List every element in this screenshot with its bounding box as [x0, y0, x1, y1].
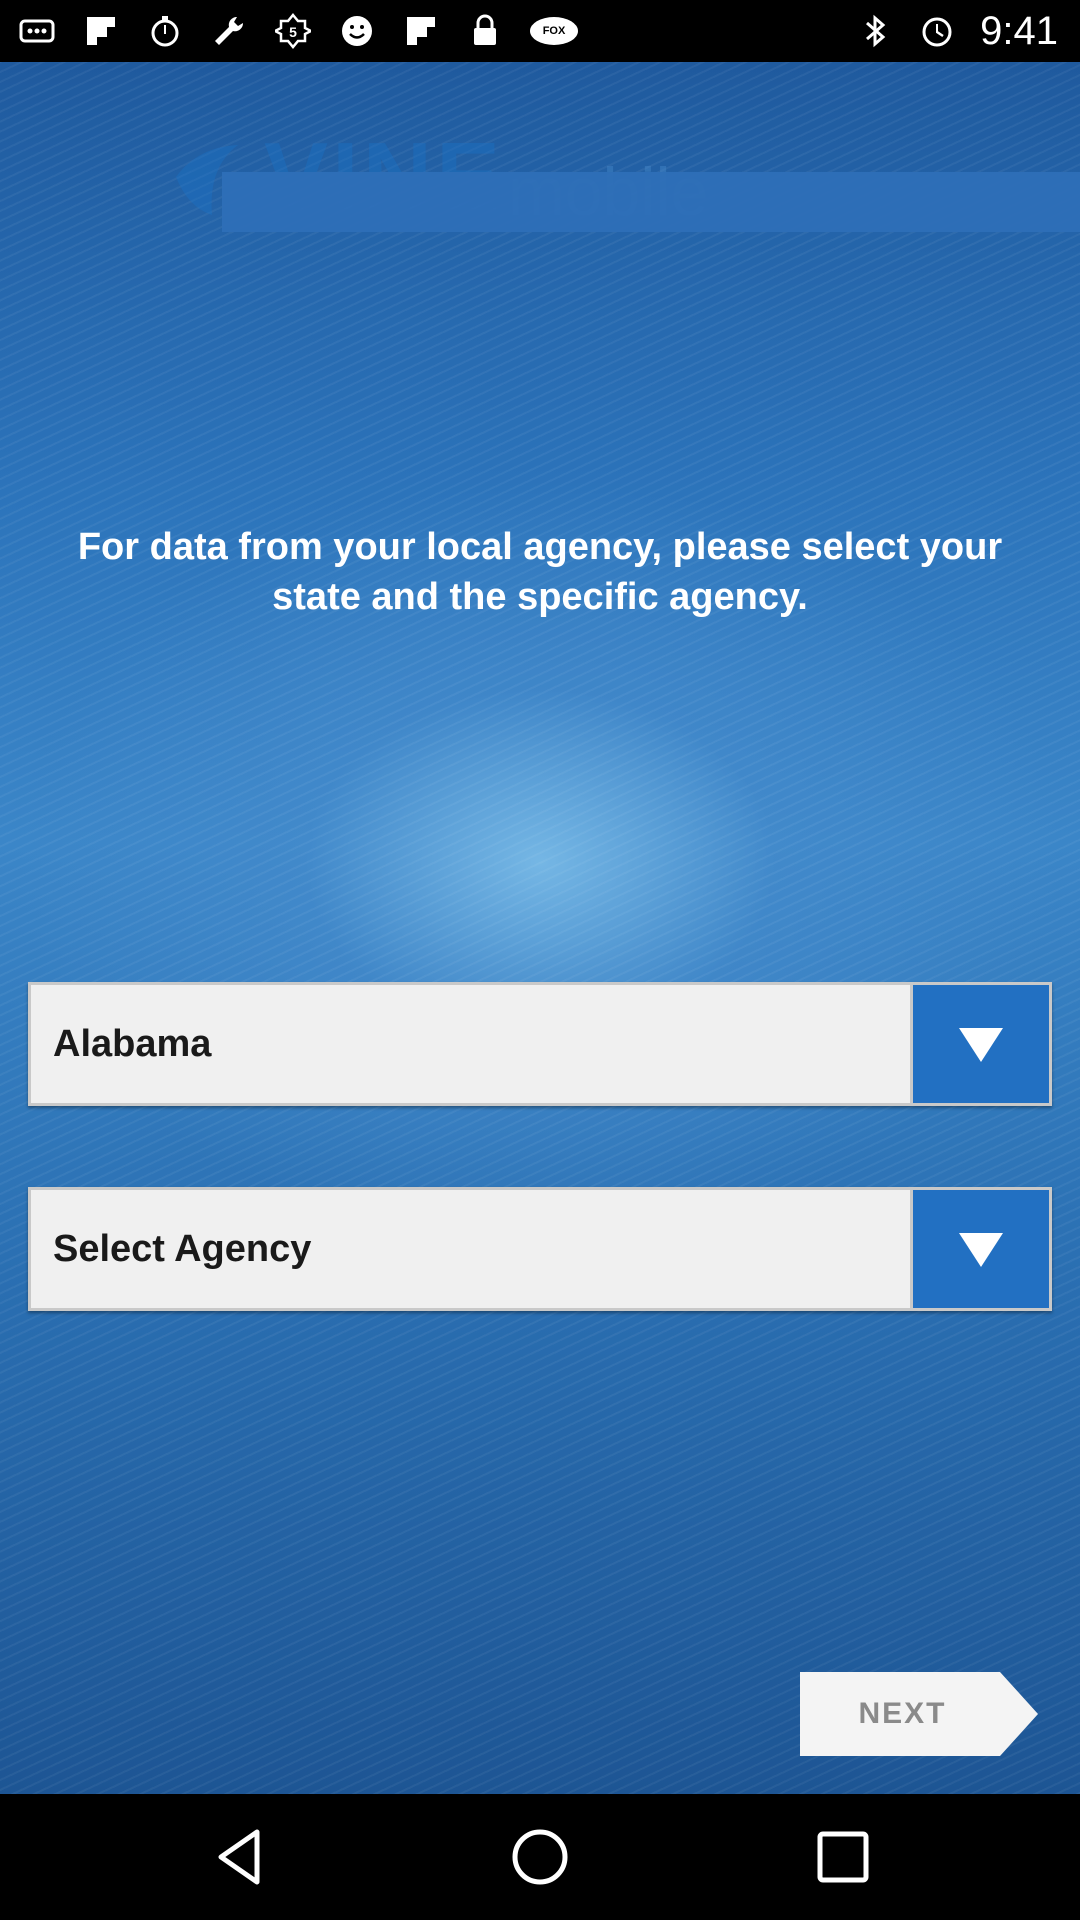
flipboard-icon [82, 12, 120, 50]
next-button[interactable]: NEXT [800, 1672, 1040, 1756]
stopwatch-icon [146, 12, 184, 50]
notification-icons: 5 FOX [18, 0, 578, 62]
bluetooth-icon [856, 12, 894, 50]
status-bar: 5 FOX 9:41 [0, 0, 1080, 62]
wrench-icon [210, 12, 248, 50]
badge-5-icon: 5 [274, 12, 312, 50]
alarm-icon [918, 12, 956, 50]
header-banner [222, 172, 1080, 232]
state-dropdown-button[interactable] [910, 985, 1049, 1103]
agency-dropdown-button[interactable] [910, 1190, 1049, 1308]
chevron-down-icon [959, 1028, 1003, 1062]
smiley-icon [338, 12, 376, 50]
clock: 9:41 [980, 8, 1058, 53]
back-button[interactable] [207, 1824, 273, 1890]
lock-icon [466, 12, 504, 50]
recent-apps-icon [817, 1831, 869, 1883]
home-button[interactable] [507, 1824, 573, 1890]
more-icon [18, 12, 56, 50]
back-icon [218, 1829, 260, 1885]
system-icons: 9:41 [856, 0, 1058, 62]
state-dropdown[interactable]: Alabama [28, 982, 1052, 1106]
app-screen: VINE mobile For data from your local age… [0, 62, 1080, 1794]
state-dropdown-value: Alabama [53, 1023, 212, 1065]
home-icon [512, 1829, 568, 1885]
navigation-bar [0, 1794, 1080, 1920]
svg-text:5: 5 [289, 24, 297, 40]
flipboard-icon [402, 12, 440, 50]
agency-dropdown[interactable]: Select Agency [28, 1187, 1052, 1311]
fox-sports-icon: FOX [530, 17, 578, 45]
chevron-down-icon [959, 1233, 1003, 1267]
next-button-label: NEXT [858, 1697, 947, 1730]
recent-apps-button[interactable] [810, 1824, 876, 1890]
instruction-text: For data from your local agency, please … [77, 526, 1003, 618]
agency-dropdown-value: Select Agency [53, 1228, 312, 1270]
